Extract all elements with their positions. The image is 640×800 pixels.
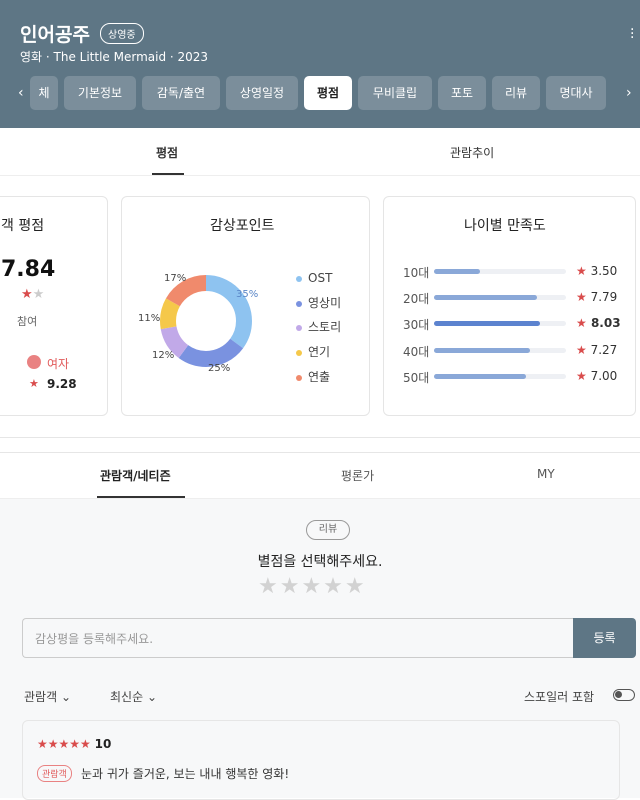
chevron-left-icon[interactable]: ‹	[0, 295, 1, 311]
star-rating: ★★	[21, 287, 45, 302]
movie-header: 인어공주 상영중 영화 · The Little Mermaid · 2023 …	[0, 0, 640, 128]
pct-story: 12%	[152, 350, 175, 361]
age-label: 20대	[403, 292, 430, 306]
review-tag: 관람객	[37, 765, 72, 782]
age-bar	[434, 269, 566, 274]
divider	[0, 452, 640, 453]
legend-story: 스토리	[296, 318, 341, 335]
tab-cast[interactable]: 감독/출연	[142, 76, 220, 110]
status-badge: 상영중	[100, 23, 144, 44]
star-icon: ★	[29, 377, 39, 390]
review-stars: ★★★★★ 10	[37, 737, 112, 751]
age-score: ★ 3.50	[576, 264, 618, 278]
more-vertical-icon[interactable]: · · ·	[630, 23, 634, 45]
legend-direct: 연출	[296, 368, 330, 385]
rating-prompt: 별점을 선택해주세요.	[257, 554, 383, 570]
tab-schedule[interactable]: 상영일정	[226, 76, 298, 110]
review-input[interactable]: 감상평을 등록해주세요.	[22, 618, 573, 658]
age-score: ★ 7.79	[576, 290, 618, 304]
age-score: ★ 8.03	[576, 316, 621, 330]
divider	[0, 175, 640, 176]
tab-info[interactable]: 기본정보	[64, 76, 136, 110]
review-tab-audience[interactable]: 관람객/네티즌	[100, 467, 171, 484]
age-score: ★ 7.27	[576, 343, 618, 357]
tab-review[interactable]: 리뷰	[492, 76, 540, 110]
points-card-title: 감상포인트	[210, 218, 275, 234]
tab-photo[interactable]: 포토	[438, 76, 486, 110]
tab-clip[interactable]: 무비클립	[358, 76, 432, 110]
chevron-left-icon[interactable]: ‹	[18, 85, 24, 101]
pct-ost: 35%	[236, 289, 259, 300]
spoiler-toggle[interactable]	[613, 689, 635, 701]
legend-acting: 연기	[296, 343, 330, 360]
tab-bar: ‹ 체 기본정보 감독/출연 상영일정 평점 무비클립 포토 리뷰 명대사 ›	[0, 76, 640, 112]
female-score: 9.28	[47, 377, 77, 391]
movie-subtitle: 영화 · The Little Mermaid · 2023	[20, 50, 209, 64]
tab-prev[interactable]: 체	[30, 76, 58, 110]
subtab-rating[interactable]: 평점	[156, 144, 178, 161]
age-score: ★ 7.00	[576, 369, 618, 383]
pct-acting: 11%	[138, 313, 161, 324]
review-badge: 리뷰	[306, 520, 350, 540]
subtab-trend[interactable]: 관람추이	[450, 144, 494, 161]
filter-sort[interactable]: 최신순 ⌄	[110, 688, 157, 705]
review-tab-my[interactable]: MY	[537, 467, 555, 481]
tab-quotes[interactable]: 명대사	[546, 76, 606, 110]
tab-rating[interactable]: 평점	[304, 76, 352, 110]
age-card-title: 나이별 만족도	[464, 218, 546, 234]
review-text: 눈과 귀가 즐거운, 보는 내내 행복한 영화!	[81, 767, 290, 781]
age-label: 40대	[403, 345, 430, 359]
pct-direct: 17%	[164, 273, 187, 284]
age-label: 10대	[403, 266, 430, 280]
star-selector[interactable]: ★★★★★	[258, 574, 367, 599]
age-bar	[434, 348, 566, 353]
female-avatar-icon	[27, 355, 41, 369]
age-label: 50대	[403, 371, 430, 385]
age-bar	[434, 321, 566, 326]
spoiler-label: 스포일러 포함	[524, 690, 595, 704]
review-tab-critic[interactable]: 평론가	[341, 467, 374, 484]
age-bar	[434, 374, 566, 379]
female-label: 여자	[47, 357, 70, 371]
score-card: 객 평점 7.84 ★★ ‹ 참여 여자 ★ 9.28	[0, 196, 108, 416]
age-label: 30대	[403, 318, 430, 332]
age-bar	[434, 295, 566, 300]
score-card-title: 객 평점	[1, 218, 45, 234]
average-score: 7.84	[1, 257, 56, 282]
movie-title: 인어공주	[20, 24, 90, 46]
review-item: ★★★★★ 10 관람객 눈과 귀가 즐거운, 보는 내내 행복한 영화!	[22, 720, 620, 800]
filter-audience[interactable]: 관람객 ⌄	[24, 688, 71, 705]
chevron-right-icon[interactable]: ›	[626, 85, 632, 101]
participants-label: 참여	[17, 315, 38, 328]
pct-visual: 25%	[208, 363, 231, 374]
legend-ost: OST	[296, 271, 332, 285]
points-card: 감상포인트 35% 25% 12% 11% 17% OST 영상미 스토리 연기…	[121, 196, 370, 416]
legend-visual: 영상미	[296, 294, 341, 311]
submit-button[interactable]: 등록	[573, 618, 636, 658]
